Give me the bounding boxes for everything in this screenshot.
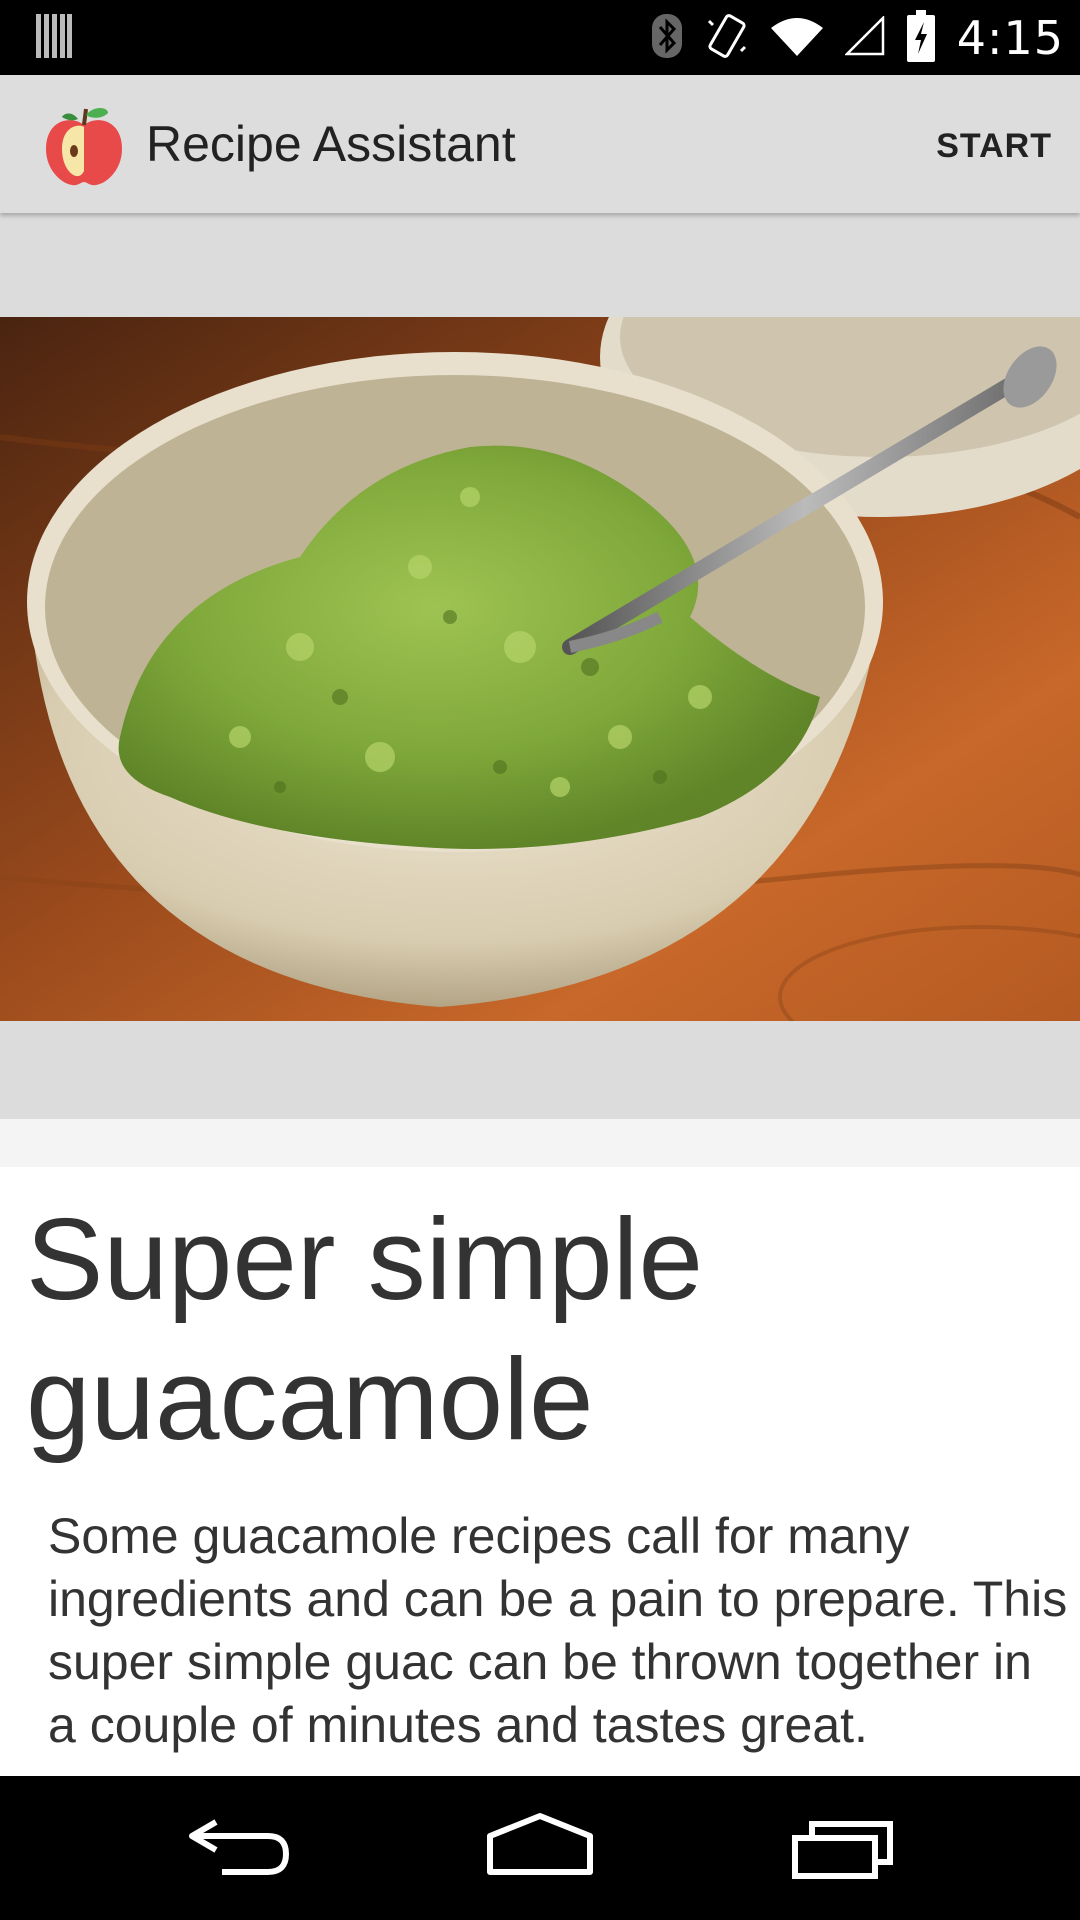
back-icon[interactable]	[186, 1812, 290, 1886]
navigation-bar	[0, 1776, 1080, 1920]
divider-band	[0, 1119, 1080, 1167]
start-button[interactable]: START	[936, 127, 1052, 166]
home-icon[interactable]	[484, 1812, 596, 1886]
cell-signal-icon	[843, 14, 885, 60]
clock: 4:15	[956, 11, 1064, 65]
status-bar: 4:15	[0, 0, 1080, 75]
recipe-content: Super simple guacamole Some guacamole re…	[0, 1167, 1080, 1776]
wifi-icon	[770, 16, 823, 60]
bluetooth-icon	[651, 13, 683, 63]
app-title: Recipe Assistant	[146, 116, 516, 172]
battery-charging-icon	[906, 10, 935, 66]
notification-bars-icon	[36, 14, 72, 64]
action-bar: Recipe Assistant START	[0, 75, 1080, 213]
recipe-title: Super simple guacamole	[26, 1194, 703, 1464]
recents-icon[interactable]	[790, 1812, 896, 1886]
vibrate-icon	[705, 11, 749, 65]
apple-icon	[42, 105, 126, 189]
recipe-image	[0, 317, 1080, 1021]
recipe-description: Some guacamole recipes call for many ing…	[48, 1508, 1068, 1753]
